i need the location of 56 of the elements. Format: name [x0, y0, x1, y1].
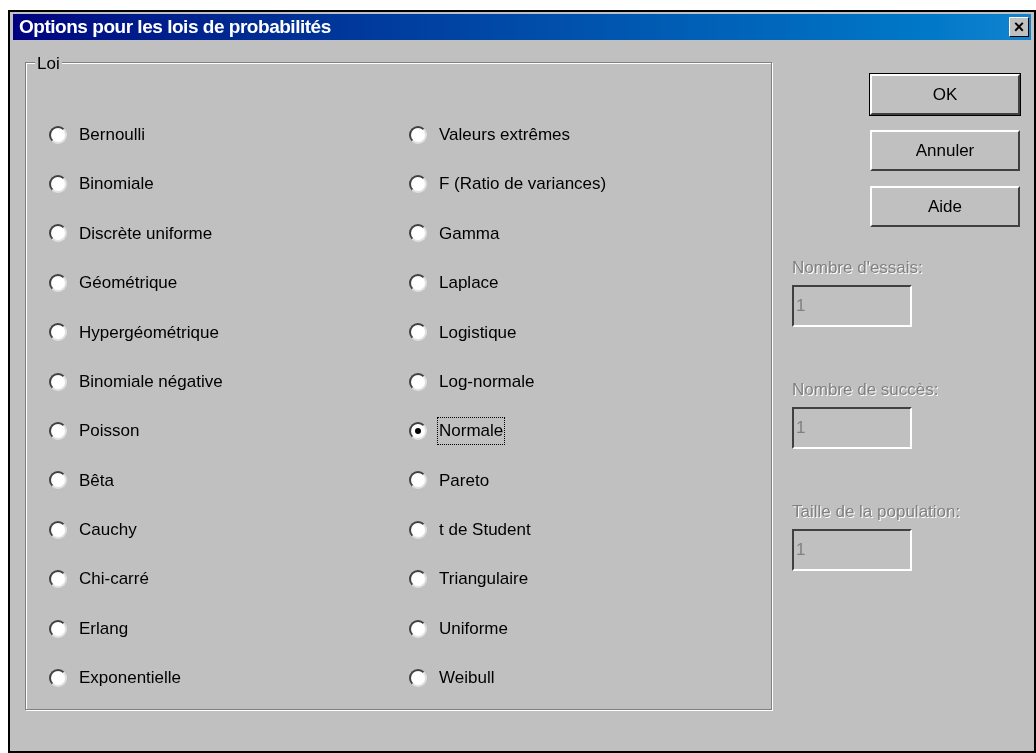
radio-option[interactable]: Triangulaire: [409, 554, 769, 604]
radio-option[interactable]: Pareto: [409, 455, 769, 506]
radio-option[interactable]: Bernoulli: [49, 110, 409, 160]
radio-option[interactable]: Poisson: [49, 406, 409, 456]
radio-button[interactable]: [49, 570, 67, 589]
radio-button[interactable]: [409, 372, 427, 391]
radio-button[interactable]: [49, 422, 67, 441]
radio-option[interactable]: Discrète uniforme: [49, 208, 409, 259]
radio-button[interactable]: [409, 570, 427, 589]
radio-button[interactable]: [409, 323, 427, 342]
radio-option[interactable]: Cauchy: [49, 505, 409, 555]
radio-button[interactable]: [49, 520, 67, 539]
radio-option[interactable]: Géométrique: [49, 258, 409, 308]
radio-option[interactable]: t de Student: [409, 505, 769, 555]
radio-button[interactable]: [409, 619, 427, 638]
radio-button[interactable]: [49, 471, 67, 490]
radio-option[interactable]: Laplace: [409, 258, 769, 308]
radio-option[interactable]: Normale: [409, 406, 769, 456]
radio-button[interactable]: [49, 619, 67, 638]
close-button[interactable]: ×: [1009, 17, 1029, 37]
dialog-button[interactable]: Aide: [870, 186, 1020, 227]
radio-button[interactable]: [409, 669, 427, 687]
radio-option[interactable]: Erlang: [49, 603, 409, 654]
radio-option[interactable]: Binomiale négative: [49, 356, 409, 407]
radio-button[interactable]: [409, 175, 427, 194]
window-title: Options pour les lois de probabilités: [19, 14, 331, 39]
radio-option[interactable]: F (Ratio de variances): [409, 159, 769, 209]
dialog-button[interactable]: OK: [870, 74, 1020, 115]
radio-option[interactable]: Uniforme: [409, 603, 769, 654]
field-label: Nombre d'essais:: [792, 257, 924, 279]
radio-option[interactable]: Valeurs extrêmes: [409, 110, 769, 160]
radio-button[interactable]: [409, 422, 427, 441]
radio-option[interactable]: Bêta: [49, 455, 409, 506]
radio-button[interactable]: [49, 669, 67, 687]
radio-button[interactable]: [409, 520, 427, 539]
radio-option[interactable]: Binomiale: [49, 159, 409, 209]
radio-button[interactable]: [49, 372, 67, 391]
radio-button[interactable]: [49, 323, 67, 342]
radio-option[interactable]: Logistique: [409, 307, 769, 357]
radio-option[interactable]: Chi-carré: [49, 554, 409, 604]
radio-button[interactable]: [409, 224, 427, 243]
radio-button[interactable]: [409, 471, 427, 490]
radio-option[interactable]: Weibull: [409, 653, 769, 703]
radio-button[interactable]: [409, 125, 427, 144]
field-label: Taille de la population:: [792, 501, 962, 523]
radio-button[interactable]: [49, 224, 67, 243]
radio-button[interactable]: [49, 273, 67, 292]
radio-option[interactable]: Gamma: [409, 208, 769, 259]
radio-option[interactable]: Exponentielle: [49, 653, 409, 703]
radio-button[interactable]: [49, 175, 67, 194]
field-label: Nombre de succès:: [792, 379, 940, 401]
dialog-button[interactable]: Annuler: [870, 130, 1020, 171]
radio-button[interactable]: [409, 273, 427, 292]
radio-option[interactable]: Log-normale: [409, 356, 769, 407]
radio-option[interactable]: Hypergéométrique: [49, 307, 409, 357]
radio-button[interactable]: [49, 125, 67, 144]
